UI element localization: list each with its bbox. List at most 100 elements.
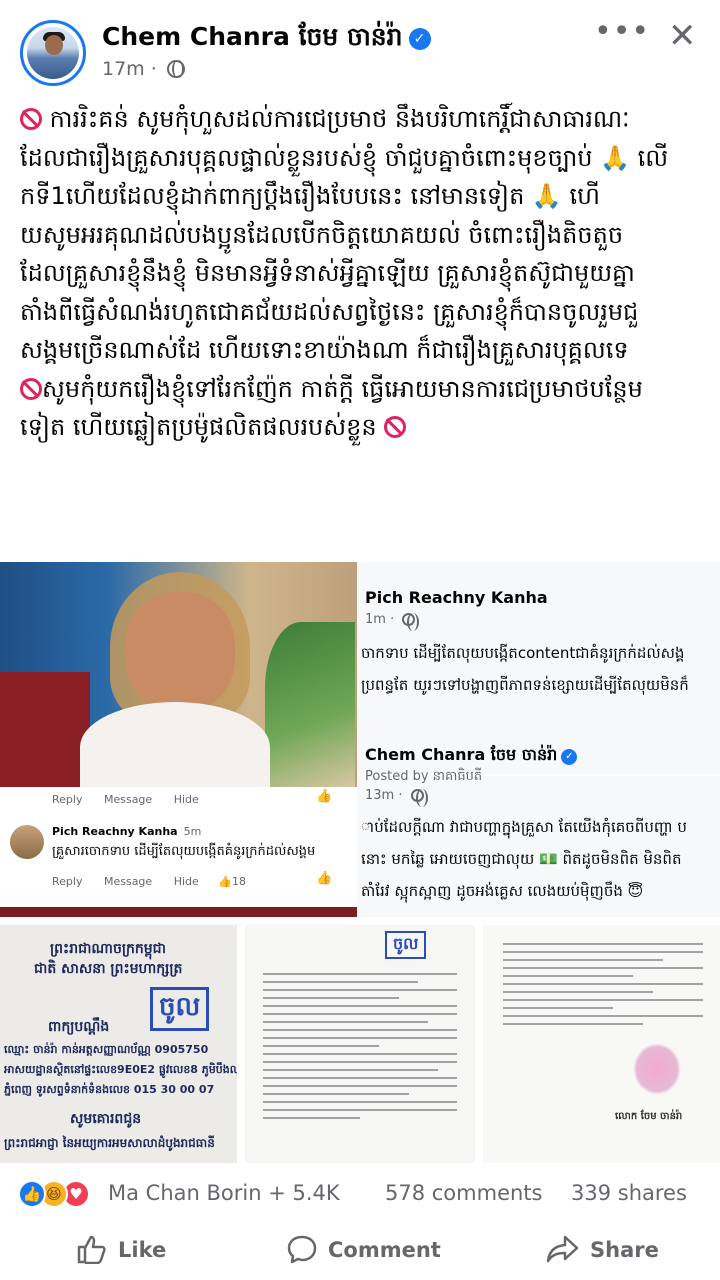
commenter-avatar [10,825,44,859]
document-text-lines [503,943,703,1031]
complaint-document-image[interactable]: ព្រះរាជាណាចក្រកម្ពុជា ជាតិ សាសនា ព្រះមហា… [0,925,237,1163]
document-text-lines [263,973,457,1125]
post-line: ដែលជារឿងគ្រួសារបុគ្គលផ្ទាល់ខ្លួនរបស់ខ្ញុ… [20,139,710,178]
prohibited-icon [20,108,42,130]
post-line-text: ការរិះគន់ សូមកុំហួសដល់ការជេប្រមាថ នឹងបរិ… [42,105,630,133]
like-reaction-icon: 👍 [18,1180,46,1208]
video-shirt [80,702,270,787]
comment-actions-top: Reply Message Hide [52,793,199,806]
red-strip [0,907,357,917]
letter-document-image[interactable]: ចូល [245,925,475,1163]
like-icon [77,1235,106,1265]
author-avatar[interactable] [20,20,86,86]
verified-badge-icon: ✓ [561,749,578,765]
hide-label: Hide [173,875,199,888]
comment-button[interactable]: Comment [286,1232,441,1268]
signer-name: លោក ចែម ចាន់រ៉ា [615,1111,683,1122]
hide-label: Hide [173,793,199,806]
share-button[interactable]: Share [546,1232,659,1268]
post-header: Chem Chanra ចែម ចាន់រ៉ា ✓ 17m · ••• ✕ [0,0,720,100]
post-line-text: យសូមអរគុណដល់បងប្អូនដែលបើកចិត្តយោគយល់ ចំព… [20,220,624,249]
globe-icon [166,60,185,78]
fb-post2-meta: 13m · [365,788,428,807]
post-line: ដែលគ្រួសារខ្ញុំនឹងខ្ញុំ មិនមានអ្វីទំនាស់… [20,254,710,293]
fb-post2-posted-by: Posted by នាគាធិបតី [365,769,483,784]
fb-post2-author: Chem Chanra ចែម ចាន់រ៉ា ✓ [365,744,578,768]
prohibited-icon [384,416,407,438]
post-line: តាំងពីធ្វើសំណង់រហូតជោគជ័យដល់សព្វថ្ងៃនេះ … [20,293,710,332]
post-actions: Like Comment Share [0,1220,720,1280]
post-line-text: ដែលជារឿងគ្រួសារបុគ្គលផ្ទាល់ខ្លួនរបស់ខ្ញុ… [20,143,669,172]
fb-post2-line: តាំរែវ ស្អុកស្អាញ ដូចអង់គ្លេស លេងយប់ម៉ិញ… [361,882,644,900]
reply-label: Reply [52,875,83,888]
comment-icon [287,1235,317,1264]
like-label: Like [118,1238,167,1262]
fb-post2-author-text: Chem Chanra ចែម ចាន់រ៉ា [365,745,558,764]
thumbs-up-icon: 👍 [316,789,333,804]
fb-post1-author: Pich Reachny Kanha [365,588,548,607]
comment-label: Comment [328,1238,441,1262]
received-stamp: ចូល [150,987,210,1031]
like-count: 18 [231,875,246,888]
reactions-bar: 👍 😆 ♥ Ma Chan Borin + 5.4K 578 comments … [0,1172,720,1218]
fb-post1-time: 1m [365,612,386,627]
share-label: Share [590,1238,659,1262]
close-icon[interactable]: ✕ [668,18,697,54]
author-name[interactable]: Chem Chanra ចែម ចាន់រ៉ា ✓ [102,22,431,58]
video-still-image[interactable] [0,562,357,787]
doc1-line: ភ្នំពេញ ទូរសព្ទទំនាក់ទំនងលេខ 015 30 00 0… [4,1083,215,1096]
signed-document-image[interactable]: លោក ចែម ចាន់រ៉ា [483,925,720,1163]
fb-post1-line: ប្រពន្ធតែ យូរៗទៅបង្ហាញពីភាពទន់ខ្សោយដើម្ប… [361,676,689,694]
doc1-line: ឈ្មោះ ចាន់រ៉ា កាន់អត្តសញ្ញាណប័ណ្ណ 090575… [4,1043,209,1056]
reaction-icons[interactable]: 👍 😆 ♥ [18,1180,108,1210]
thumbs-up-icon: 👍 [316,871,333,886]
more-options-icon[interactable]: ••• [594,17,650,47]
fb-post1-line: ចាកទាប ដើម្បីតែលុយបង្កើតcontentជាគំនូរក្… [361,644,685,662]
video-chair [0,672,90,787]
facebook-post-screenshot[interactable]: Pich Reachny Kanha 1m · ចាកទាប ដើម្បីតែល… [357,562,720,917]
globe-icon [402,613,420,631]
post-line: យសូមអរគុណដល់បងប្អូនដែលបើកចិត្តយោគយល់ ចំព… [20,216,710,255]
commenter-name: Pich Reachny Kanha 5m [52,825,201,838]
comment-time: 5m [183,825,202,838]
reply-label: Reply [52,793,83,806]
post-meta: 17m · [102,58,185,80]
comment-actions-bottom: Reply Message Hide 👍18 [52,875,246,888]
doc1-line: សូមគោរពជូន [70,1111,142,1127]
comments-count[interactable]: 578 comments [385,1181,542,1205]
post-time[interactable]: 17m [102,58,145,80]
like-count-icon: 👍 [218,875,232,888]
post-line: ការរិះគន់ សូមកុំហួសដល់ការជេប្រមាថ នឹងបរិ… [20,100,710,139]
avatar-face [45,35,63,55]
post-line-text: សូមកុំយករឿងខ្ញុំទៅរែកញ៉ែក កាត់ក្តី ធ្វើអ… [42,374,643,403]
verified-badge-icon: ✓ [408,28,431,50]
post-line: កទី1ហើយដែលខ្ញុំដាក់ពាក្យប្ដឹងរឿងបែបនេះ ន… [20,177,710,216]
like-button[interactable]: Like [76,1232,166,1268]
post-text: ការរិះគន់ សូមកុំហួសដល់ការជេប្រមាថ នឹងបរិ… [20,100,710,447]
avatar-photo [27,27,79,79]
shares-count[interactable]: 339 shares [571,1181,687,1205]
prohibited-icon [20,377,42,400]
message-label: Message [103,793,153,806]
post-line-text: ទៀត ហើយឆ្លៀតប្រម៉ូផលិតផលរបស់ខ្លួន [20,413,385,441]
reaction-summary[interactable]: Ma Chan Borin + 5.4K [108,1181,340,1205]
post-line-text: កទី1ហើយដែលខ្ញុំដាក់ពាក្យប្ដឹងរឿងបែបនេះ ន… [20,182,600,210]
comment-text: គ្រួសារចោកទាប ដើម្បីតែលុយបង្កើតគំនូរក្រក… [52,844,316,859]
post-line: សង្គមច្រើនណាស់ដែ ហើយទោះខាយ៉ាងណា ក៏ជារឿងគ… [20,331,710,370]
comment-screenshot[interactable]: Reply Message Hide 👍 Pich Reachny Kanha 5… [0,787,357,917]
author-name-text[interactable]: Chem Chanra ចែម ចាន់រ៉ា [102,22,403,51]
post-line-text: តាំងពីធ្វើសំណង់រហូតជោគជ័យដល់សព្វថ្ងៃនេះ … [20,297,639,326]
fb-post2-line: នោះ មកឆ្លៃ អោយចេញជាលុយ 💵 ពិតដូចមិនពិត មិ… [361,850,682,868]
media-grid-documents: ព្រះរាជាណាចក្រកម្ពុជា ជាតិ សាសនា ព្រះមហា… [0,925,720,1163]
doc1-line: ពាក្យបណ្តឹង [48,1019,110,1035]
signature-fingerprint [633,1043,681,1095]
doc1-line: ជាតិ សាសនា ព្រះមហាក្សត្រ [34,961,183,977]
doc1-line: ព្រះរាជាណាចក្រកម្ពុជា [50,941,167,957]
share-icon [546,1235,579,1263]
media-grid-top: Reply Message Hide 👍 Pich Reachny Kanha 5… [0,562,720,917]
commenter-name-text: Pich Reachny Kanha [52,825,178,838]
doc1-line: អាសយដ្ឋានស្ថិតនៅផ្ទះលេខ9E0E2 ផ្លូវលេខ8 ភ… [4,1063,237,1076]
globe-icon [410,789,428,807]
fb-post2-line: ាប់ដែលក្តីណា វាជាបញ្ហាក្នុងគ្រួសា តែយើងក… [361,818,687,836]
post-line-text: ដែលគ្រួសារខ្ញុំនឹងខ្ញុំ មិនមានអ្វីទំនាស់… [20,259,635,287]
